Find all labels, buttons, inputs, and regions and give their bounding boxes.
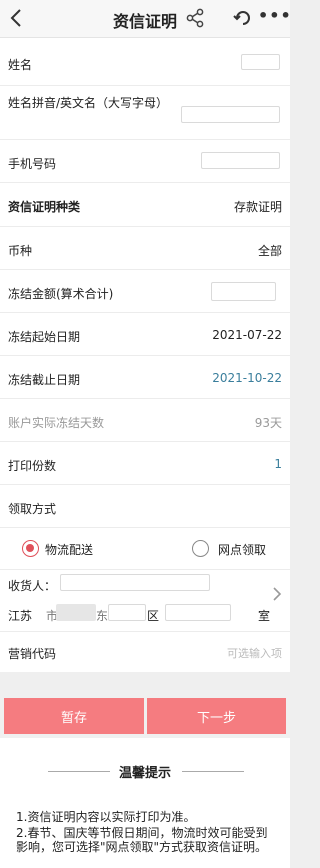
type-value: 存款证明 [233, 200, 282, 214]
type-row[interactable]: 资信证明种类 存款证明 [0, 183, 290, 227]
address-district: 区 [147, 609, 160, 623]
address-redacted-3 [165, 604, 231, 621]
copies-value[interactable]: 1 [274, 457, 282, 471]
name-label: 姓名 [8, 58, 33, 72]
address-room: 室 [258, 609, 271, 623]
currency-row[interactable]: 币种 全部 [0, 227, 290, 270]
type-label: 资信证明种类 [8, 200, 81, 214]
address-redacted-1 [56, 604, 96, 621]
tip-item-2: 2.春节、国庆等节假日期间，物流时效可能受到影响，您可选择"网点领取"方式获取资… [16, 826, 268, 854]
method-options: 物流配送 网点领取 [0, 528, 290, 570]
share-icon [186, 8, 204, 28]
days-label: 账户实际冻结天数 [8, 416, 105, 430]
days-row: 账户实际冻结天数 93天 [0, 399, 290, 442]
pinyin-label: 姓名拼音/英文名（大写字母） [8, 96, 169, 110]
radio-logistics[interactable] [22, 540, 39, 557]
amount-value-redacted [211, 282, 276, 301]
copies-row[interactable]: 打印份数 1 [0, 442, 290, 485]
address-province: 江苏 [8, 609, 33, 623]
name-value-redacted [241, 54, 280, 70]
next-button[interactable]: 下一步 [147, 698, 286, 734]
tips-title: 温馨提示 [118, 766, 171, 781]
recipient-name-redacted [60, 574, 210, 591]
more-button[interactable]: ••• [258, 6, 292, 25]
tips-divider-right [182, 771, 244, 772]
marketing-label: 营销代码 [8, 647, 57, 661]
phone-label: 手机号码 [8, 157, 57, 171]
option-branch-label[interactable]: 网点领取 [218, 541, 266, 558]
copies-label: 打印份数 [8, 459, 57, 473]
currency-label: 币种 [8, 244, 33, 258]
end-date-label: 冻结截止日期 [8, 373, 81, 387]
amount-label: 冻结金额(算术合计) [8, 287, 114, 301]
refresh-icon [233, 11, 250, 25]
currency-value: 全部 [257, 244, 282, 258]
recipient-label: 收货人： [8, 579, 57, 593]
start-date-label: 冻结起始日期 [8, 330, 81, 344]
start-date-value: 2021-07-22 [212, 328, 282, 342]
radio-branch[interactable] [192, 540, 209, 557]
option-logistics-label[interactable]: 物流配送 [45, 541, 93, 558]
marketing-input[interactable]: 可选输入项 [227, 645, 282, 661]
recipient-row[interactable]: 收货人： 江苏 市 东 区 室 [0, 570, 290, 632]
start-date-row[interactable]: 冻结起始日期 2021-07-22 [0, 313, 290, 356]
pinyin-row[interactable]: 姓名拼音/英文名（大写字母） [0, 86, 290, 140]
refresh-button[interactable] [233, 8, 253, 28]
action-bar: 暂存 下一步 [0, 690, 290, 738]
save-button[interactable]: 暂存 [4, 698, 144, 734]
address-redacted-2 [108, 604, 146, 621]
method-row: 领取方式 [0, 485, 290, 528]
tip-item-1: 1.资信证明内容以实际打印为准。 [16, 810, 196, 824]
top-bar: 资信证明 ••• [0, 0, 292, 38]
form-list: 姓名 姓名拼音/英文名（大写字母） 手机号码 资信证明种类 存款证明 币种 全部… [0, 38, 290, 672]
amount-row[interactable]: 冻结金额(算术合计) [0, 270, 290, 313]
method-label: 领取方式 [8, 502, 57, 516]
tips-section: 温馨提示 1.资信证明内容以实际打印为准。 2.春节、国庆等节假日期间，物流时效… [0, 738, 290, 868]
chevron-right-icon [273, 587, 282, 601]
end-date-value[interactable]: 2021-10-22 [212, 371, 282, 385]
marketing-row[interactable]: 营销代码 可选输入项 [0, 632, 290, 672]
end-date-row[interactable]: 冻结截止日期 2021-10-22 [0, 356, 290, 399]
phone-row[interactable]: 手机号码 [0, 140, 290, 183]
days-value: 93天 [254, 416, 282, 430]
address-district-part: 东 [96, 609, 109, 623]
pinyin-value-redacted [181, 106, 280, 123]
phone-value-redacted [201, 152, 280, 169]
share-button[interactable] [185, 8, 205, 28]
name-row[interactable]: 姓名 [0, 38, 290, 86]
more-icon: ••• [258, 6, 292, 25]
